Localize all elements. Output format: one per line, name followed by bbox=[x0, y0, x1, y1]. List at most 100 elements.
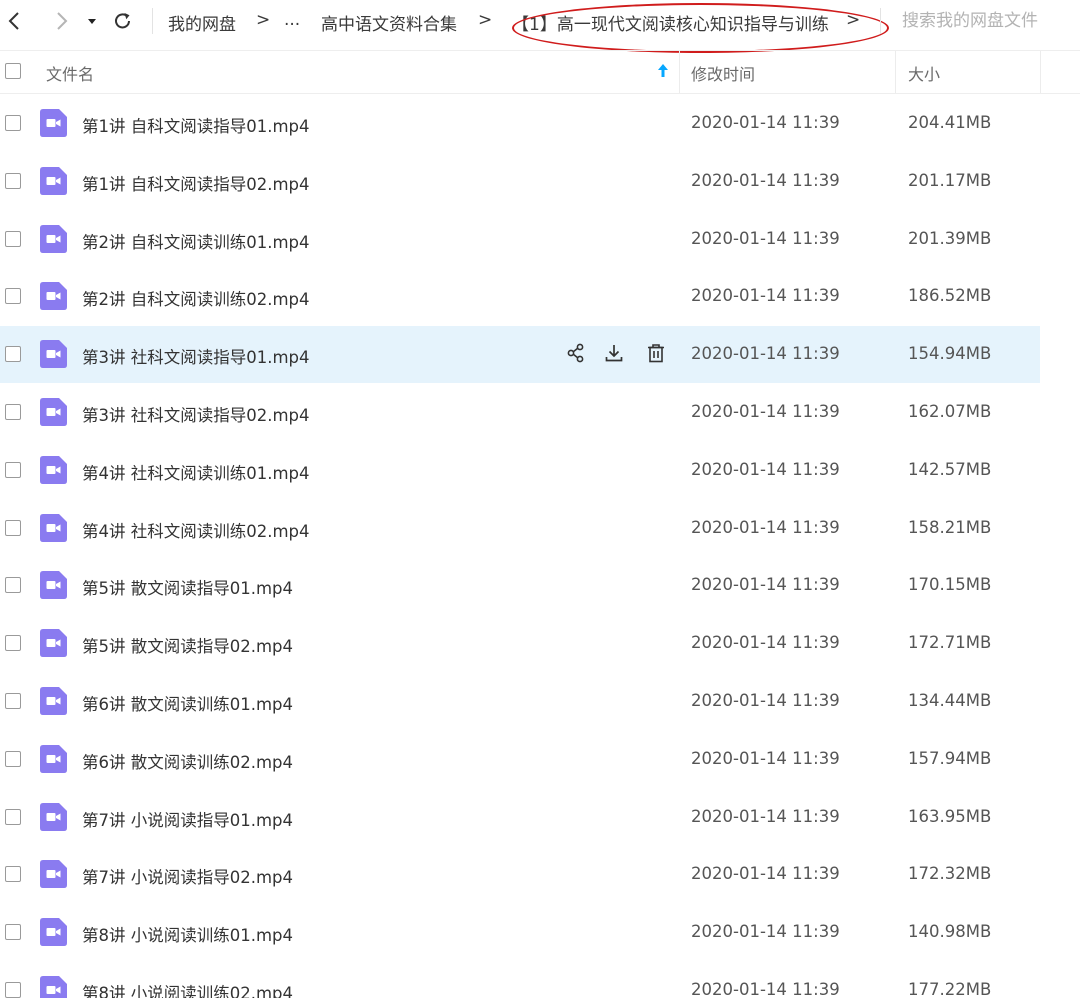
file-size: 186.52MB bbox=[908, 286, 992, 305]
file-name[interactable]: 第8讲 小说阅读训练01.mp4 bbox=[82, 922, 293, 946]
column-header-size[interactable]: 大小 bbox=[908, 61, 940, 85]
breadcrumb-separator: > bbox=[478, 10, 493, 30]
breadcrumb-item-my-drive[interactable]: 我的网盘 bbox=[168, 10, 236, 35]
file-modified-time: 2020-01-14 11:39 bbox=[691, 518, 840, 537]
column-divider[interactable] bbox=[1040, 51, 1041, 93]
row-checkbox[interactable] bbox=[5, 404, 21, 420]
file-name[interactable]: 第5讲 散文阅读指导02.mp4 bbox=[82, 633, 293, 657]
table-row[interactable]: 第1讲 自科文阅读指导02.mp4 2020-01-14 11:39 201.17M… bbox=[0, 153, 1040, 210]
file-name[interactable]: 第8讲 小说阅读训练02.mp4 bbox=[82, 980, 293, 998]
row-checkbox[interactable] bbox=[5, 693, 21, 709]
row-checkbox[interactable] bbox=[5, 751, 21, 767]
row-checkbox[interactable] bbox=[5, 173, 21, 189]
file-name[interactable]: 第1讲 自科文阅读指导02.mp4 bbox=[82, 171, 310, 195]
table-row[interactable]: 第6讲 散文阅读训练01.mp4 2020-01-14 11:39 134.44MB bbox=[0, 673, 1040, 730]
row-checkbox[interactable] bbox=[5, 231, 21, 247]
video-file-icon bbox=[40, 803, 67, 831]
table-row[interactable]: 第2讲 自科文阅读训练01.mp4 2020-01-14 11:39 201.39M… bbox=[0, 211, 1040, 268]
share-icon[interactable] bbox=[565, 342, 589, 366]
toolbar: 我的网盘 > ... 高中语文资料合集 > 【1】高一现代文阅读核心知识指导与训… bbox=[0, 0, 1080, 53]
toolbar-divider bbox=[880, 8, 881, 34]
file-size: 201.17MB bbox=[908, 171, 992, 190]
file-name[interactable]: 第4讲 社科文阅读训练01.mp4 bbox=[82, 460, 310, 484]
refresh-icon[interactable] bbox=[112, 10, 134, 32]
row-checkbox[interactable] bbox=[5, 115, 21, 131]
file-size: 142.57MB bbox=[908, 460, 992, 479]
row-checkbox[interactable] bbox=[5, 346, 21, 362]
video-file-icon bbox=[40, 918, 67, 946]
file-modified-time: 2020-01-14 11:39 bbox=[691, 344, 840, 363]
table-row[interactable]: 第4讲 社科文阅读训练01.mp4 2020-01-14 11:39 142.57M… bbox=[0, 442, 1040, 499]
video-file-icon bbox=[40, 340, 67, 368]
column-divider[interactable] bbox=[679, 51, 680, 93]
breadcrumb-item-current-folder[interactable]: 【1】高一现代文阅读核心知识指导与训练 bbox=[512, 10, 829, 35]
file-modified-time: 2020-01-14 11:39 bbox=[691, 980, 840, 998]
video-file-icon bbox=[40, 687, 67, 715]
file-modified-time: 2020-01-14 11:39 bbox=[691, 113, 840, 132]
file-name[interactable]: 第1讲 自科文阅读指导01.mp4 bbox=[82, 113, 310, 137]
file-size: 172.32MB bbox=[908, 864, 992, 883]
file-name[interactable]: 第3讲 社科文阅读指导01.mp4 bbox=[82, 344, 310, 368]
file-list: 第1讲 自科文阅读指导01.mp4 2020-01-14 11:39 204.41M… bbox=[0, 95, 1080, 998]
download-icon[interactable] bbox=[603, 342, 627, 366]
breadcrumb-separator: > bbox=[256, 10, 271, 30]
table-row[interactable]: 第1讲 自科文阅读指导01.mp4 2020-01-14 11:39 204.41M… bbox=[0, 95, 1040, 152]
video-file-icon bbox=[40, 398, 67, 426]
select-all-checkbox[interactable] bbox=[5, 63, 21, 79]
table-row[interactable]: 第4讲 社科文阅读训练02.mp4 2020-01-14 11:39 158.21M… bbox=[0, 500, 1040, 557]
table-row[interactable]: 第7讲 小说阅读指导01.mp4 2020-01-14 11:39 163.95MB bbox=[0, 789, 1040, 846]
column-header-name[interactable]: 文件名 bbox=[46, 61, 94, 85]
table-row[interactable]: 第2讲 自科文阅读训练02.mp4 2020-01-14 11:39 186.52M… bbox=[0, 268, 1040, 325]
video-file-icon bbox=[40, 514, 67, 542]
table-row[interactable]: 第7讲 小说阅读指导02.mp4 2020-01-14 11:39 172.32MB bbox=[0, 846, 1040, 903]
file-size: 162.07MB bbox=[908, 402, 992, 421]
file-name[interactable]: 第6讲 散文阅读训练02.mp4 bbox=[82, 749, 293, 773]
row-checkbox[interactable] bbox=[5, 520, 21, 536]
row-checkbox[interactable] bbox=[5, 809, 21, 825]
table-row[interactable]: 第5讲 散文阅读指导02.mp4 2020-01-14 11:39 172.71MB bbox=[0, 615, 1040, 672]
table-row[interactable]: 第8讲 小说阅读训练01.mp4 2020-01-14 11:39 140.98MB bbox=[0, 904, 1040, 961]
file-modified-time: 2020-01-14 11:39 bbox=[691, 286, 840, 305]
file-modified-time: 2020-01-14 11:39 bbox=[691, 402, 840, 421]
table-row[interactable]: 第6讲 散文阅读训练02.mp4 2020-01-14 11:39 157.94MB bbox=[0, 731, 1040, 788]
history-dropdown-icon[interactable] bbox=[84, 10, 100, 32]
row-checkbox[interactable] bbox=[5, 288, 21, 304]
file-size: 204.41MB bbox=[908, 113, 992, 132]
file-name[interactable]: 第7讲 小说阅读指导02.mp4 bbox=[82, 864, 293, 888]
file-modified-time: 2020-01-14 11:39 bbox=[691, 749, 840, 768]
file-name[interactable]: 第3讲 社科文阅读指导02.mp4 bbox=[82, 402, 310, 426]
file-modified-time: 2020-01-14 11:39 bbox=[691, 633, 840, 652]
row-checkbox[interactable] bbox=[5, 635, 21, 651]
back-arrow-icon[interactable] bbox=[4, 10, 26, 32]
video-file-icon bbox=[40, 860, 67, 888]
row-checkbox[interactable] bbox=[5, 462, 21, 478]
table-row[interactable]: 第5讲 散文阅读指导01.mp4 2020-01-14 11:39 170.15MB bbox=[0, 557, 1040, 614]
row-checkbox[interactable] bbox=[5, 924, 21, 940]
table-row[interactable]: 第8讲 小说阅读训练02.mp4 2020-01-14 11:39 177.22MB bbox=[0, 962, 1040, 998]
search-input[interactable] bbox=[892, 6, 1080, 36]
file-name[interactable]: 第6讲 散文阅读训练01.mp4 bbox=[82, 691, 293, 715]
table-row[interactable]: 第3讲 社科文阅读指导01.mp4 2020-01-14 11:39 154.94M… bbox=[0, 326, 1040, 383]
file-name[interactable]: 第4讲 社科文阅读训练02.mp4 bbox=[82, 518, 310, 542]
file-modified-time: 2020-01-14 11:39 bbox=[691, 691, 840, 710]
breadcrumb-item-collection[interactable]: 高中语文资料合集 bbox=[321, 10, 457, 35]
column-header-modified[interactable]: 修改时间 bbox=[691, 61, 755, 85]
sort-ascending-icon[interactable] bbox=[657, 63, 669, 83]
toolbar-divider bbox=[152, 8, 153, 34]
column-divider[interactable] bbox=[895, 51, 896, 93]
file-name[interactable]: 第5讲 散文阅读指导01.mp4 bbox=[82, 575, 293, 599]
row-checkbox[interactable] bbox=[5, 866, 21, 882]
file-name[interactable]: 第2讲 自科文阅读训练01.mp4 bbox=[82, 229, 310, 253]
file-size: 134.44MB bbox=[908, 691, 992, 710]
file-size: 154.94MB bbox=[908, 344, 992, 363]
table-row[interactable]: 第3讲 社科文阅读指导02.mp4 2020-01-14 11:39 162.07M… bbox=[0, 384, 1040, 441]
row-checkbox[interactable] bbox=[5, 577, 21, 593]
delete-icon[interactable] bbox=[645, 342, 669, 366]
breadcrumb-separator: > bbox=[846, 10, 861, 30]
forward-arrow-icon[interactable] bbox=[50, 10, 72, 32]
row-checkbox[interactable] bbox=[5, 982, 21, 998]
file-name[interactable]: 第7讲 小说阅读指导01.mp4 bbox=[82, 807, 293, 831]
file-modified-time: 2020-01-14 11:39 bbox=[691, 460, 840, 479]
file-name[interactable]: 第2讲 自科文阅读训练02.mp4 bbox=[82, 286, 310, 310]
breadcrumb-item-ellipsis[interactable]: ... bbox=[284, 10, 300, 30]
